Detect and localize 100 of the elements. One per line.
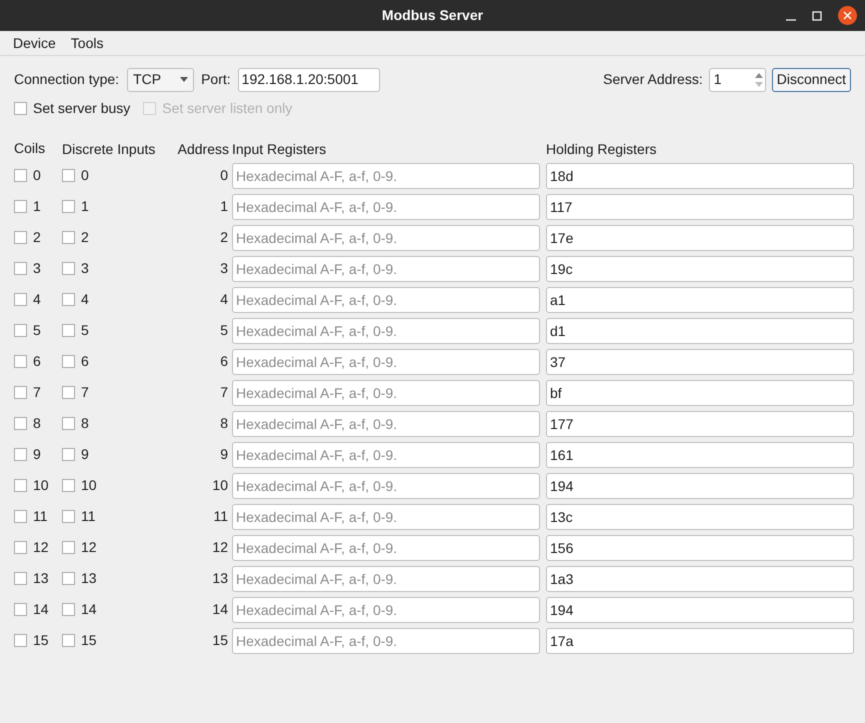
coil-label: 14 xyxy=(33,600,49,619)
checkbox[interactable] xyxy=(62,169,75,182)
holding-register-field[interactable]: 19c xyxy=(546,256,854,282)
close-icon[interactable] xyxy=(838,6,857,25)
checkbox[interactable] xyxy=(62,355,75,368)
holding-register-field[interactable]: 161 xyxy=(546,442,854,468)
checkbox[interactable] xyxy=(14,634,27,647)
holding-register-field[interactable]: 117 xyxy=(546,194,854,220)
input-register-field[interactable]: Hexadecimal A-F, a-f, 0-9. xyxy=(232,410,540,436)
checkbox[interactable] xyxy=(62,448,75,461)
checkbox[interactable] xyxy=(14,479,27,492)
coil-label: 11 xyxy=(33,507,48,526)
checkbox[interactable] xyxy=(14,417,27,430)
checkbox[interactable] xyxy=(14,200,27,213)
input-register-field[interactable]: Hexadecimal A-F, a-f, 0-9. xyxy=(232,224,540,250)
discrete-input-label: 7 xyxy=(81,383,89,402)
input-register-field[interactable]: Hexadecimal A-F, a-f, 0-9. xyxy=(232,286,540,312)
checkbox[interactable] xyxy=(14,293,27,306)
checkbox[interactable] xyxy=(14,355,27,368)
connection-type-dropdown[interactable]: TCP xyxy=(127,68,194,92)
checkbox[interactable] xyxy=(14,448,27,461)
checkbox[interactable] xyxy=(14,603,27,616)
checkbox[interactable] xyxy=(14,102,27,114)
checkbox[interactable] xyxy=(62,324,75,337)
input-register-field[interactable]: Hexadecimal A-F, a-f, 0-9. xyxy=(232,162,540,188)
holding-register-field[interactable]: d1 xyxy=(546,318,854,344)
discrete-input-label: 11 xyxy=(81,507,96,526)
discrete-input-label: 8 xyxy=(81,414,89,433)
checkbox[interactable] xyxy=(14,510,27,523)
input-register-field[interactable]: Hexadecimal A-F, a-f, 0-9. xyxy=(232,534,540,560)
coil-label: 0 xyxy=(33,166,41,185)
checkbox[interactable] xyxy=(62,603,75,616)
maximize-icon[interactable] xyxy=(812,10,822,20)
holding-register-field[interactable]: 37 xyxy=(546,348,854,374)
input-register-field[interactable]: Hexadecimal A-F, a-f, 0-9. xyxy=(232,348,540,374)
input-register-field[interactable]: Hexadecimal A-F, a-f, 0-9. xyxy=(232,318,540,344)
discrete-input-label: 1 xyxy=(81,197,89,216)
dropdown-caret-icon xyxy=(180,77,188,82)
coil-label: 9 xyxy=(33,445,41,464)
holding-register-field[interactable]: 1a3 xyxy=(546,566,854,592)
discrete-input-label: 3 xyxy=(81,259,89,278)
coil-label: 3 xyxy=(33,259,41,278)
holding-register-field[interactable]: 194 xyxy=(546,472,854,498)
menu-item[interactable]: Tools xyxy=(70,32,104,54)
input-register-field[interactable]: Hexadecimal A-F, a-f, 0-9. xyxy=(232,504,540,530)
holding-register-field[interactable]: 18d xyxy=(546,162,854,188)
input-register-field[interactable]: Hexadecimal A-F, a-f, 0-9. xyxy=(232,628,540,654)
checkbox[interactable] xyxy=(14,169,27,182)
coil-label: 1 xyxy=(33,197,41,216)
holding-register-field[interactable]: bf xyxy=(546,380,854,406)
checkbox[interactable] xyxy=(62,200,75,213)
checkbox[interactable] xyxy=(14,572,27,585)
discrete-input-label: 15 xyxy=(81,631,97,650)
checkbox[interactable] xyxy=(62,541,75,554)
port-field[interactable]: 192.168.1.20:5001 xyxy=(238,68,380,92)
checkbox[interactable] xyxy=(62,231,75,244)
checkbox[interactable] xyxy=(14,386,27,399)
holding-register-field[interactable]: 17a xyxy=(546,628,854,654)
server-address-spinbox[interactable]: 1 xyxy=(708,68,766,92)
coil-label: 8 xyxy=(33,414,41,433)
holding-register-field[interactable]: 17e xyxy=(546,224,854,250)
holding-register-field[interactable]: 177 xyxy=(546,410,854,436)
disconnect-button[interactable]: Disconnect xyxy=(772,68,851,92)
input-register-field[interactable]: Hexadecimal A-F, a-f, 0-9. xyxy=(232,596,540,622)
input-register-field[interactable]: Hexadecimal A-F, a-f, 0-9. xyxy=(232,380,540,406)
input-register-field[interactable]: Hexadecimal A-F, a-f, 0-9. xyxy=(232,256,540,282)
holding-register-field[interactable]: 156 xyxy=(546,534,854,560)
option-label: Set server listen only xyxy=(162,98,292,118)
holding-register-field[interactable]: a1 xyxy=(546,286,854,312)
checkbox[interactable] xyxy=(62,634,75,647)
address-label: 12 xyxy=(212,538,228,557)
checkbox[interactable] xyxy=(14,262,27,275)
checkbox[interactable] xyxy=(62,386,75,399)
checkbox[interactable] xyxy=(62,293,75,306)
checkbox[interactable] xyxy=(62,479,75,492)
input-register-field[interactable]: Hexadecimal A-F, a-f, 0-9. xyxy=(232,194,540,220)
menu-item[interactable]: Device xyxy=(13,32,56,54)
input-register-field[interactable]: Hexadecimal A-F, a-f, 0-9. xyxy=(232,472,540,498)
checkbox[interactable] xyxy=(14,541,27,554)
checkbox[interactable] xyxy=(14,324,27,337)
address-label: 8 xyxy=(220,414,228,433)
input-register-field[interactable]: Hexadecimal A-F, a-f, 0-9. xyxy=(232,566,540,592)
checkbox[interactable] xyxy=(62,417,75,430)
discrete-input-label: 4 xyxy=(81,290,89,309)
input-register-field[interactable]: Hexadecimal A-F, a-f, 0-9. xyxy=(232,442,540,468)
coil-label: 13 xyxy=(33,569,49,588)
checkbox[interactable] xyxy=(62,262,75,275)
checkbox[interactable] xyxy=(62,572,75,585)
window-title: Modbus Server xyxy=(382,6,484,25)
checkbox[interactable] xyxy=(14,231,27,244)
discrete-input-label: 9 xyxy=(81,445,89,464)
address-label: 2 xyxy=(220,228,228,247)
checkbox[interactable] xyxy=(62,510,75,523)
holding-register-field[interactable]: 13c xyxy=(546,504,854,530)
address-label: 7 xyxy=(220,383,228,402)
server-address-label: Server Address: xyxy=(603,70,703,89)
holding-register-field[interactable]: 194 xyxy=(546,596,854,622)
address-label: 3 xyxy=(220,259,228,278)
column-header: Coils xyxy=(14,139,46,158)
connection-type-label: Connection type: xyxy=(14,70,120,89)
